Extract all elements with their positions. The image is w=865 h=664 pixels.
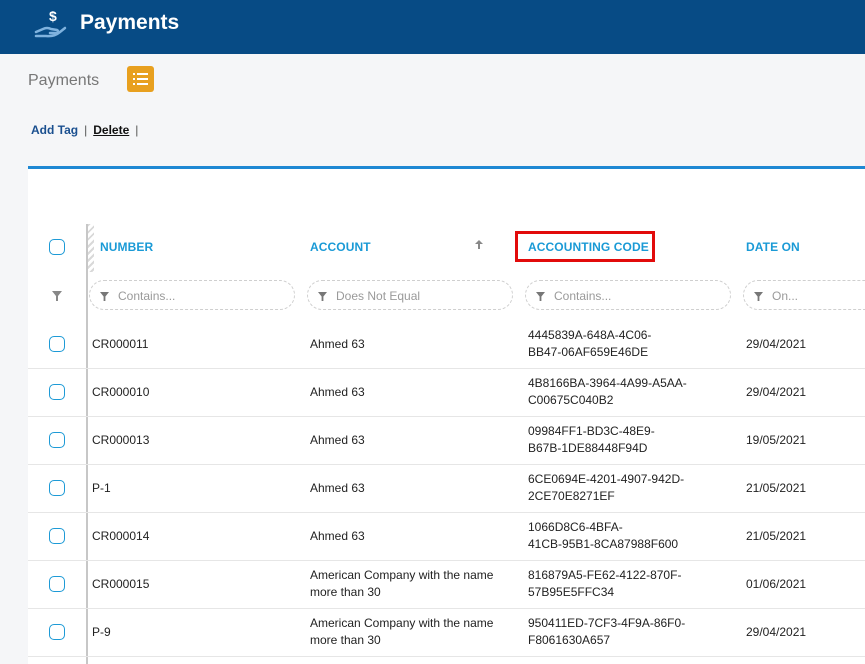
cell-date: 01/06/2021 — [746, 577, 807, 591]
action-separator: | — [135, 123, 139, 137]
cell-number: CR000014 — [92, 529, 150, 543]
cell-code-line: 41CB-95B1-8CA87988F600 — [528, 537, 679, 551]
filter-icon — [754, 292, 763, 301]
table-row[interactable]: CR000010 Ahmed 63 4B8166BA-3964-4A99-A5A… — [28, 368, 865, 417]
list-view-button[interactable] — [127, 66, 154, 92]
cell-code-line: 09984FF1-BD3C-48E9- — [528, 424, 655, 438]
highlight-box — [515, 231, 655, 262]
cell-code-line: 816879A5-FE62-4122-870F- — [528, 568, 682, 582]
cell-accounting-code: 6CE0694E-4201-4907-942D- 2CE70E8271EF — [528, 471, 684, 505]
cell-date: 21/05/2021 — [746, 481, 807, 495]
add-tag-link[interactable]: Add Tag — [31, 123, 78, 137]
cell-number: CR000010 — [92, 385, 150, 399]
cell-account-line: Ahmed 63 — [310, 433, 365, 447]
cell-accounting-code: 1066D8C6-4BFA- 41CB-95B1-8CA87988F600 — [528, 519, 678, 553]
cell-accounting-code: 4B8166BA-3964-4A99-A5AA- C00675C040B2 — [528, 375, 687, 409]
cell-account: Ahmed 63 — [310, 384, 365, 401]
filter-icon — [100, 292, 109, 301]
cell-date: 29/04/2021 — [746, 337, 807, 351]
filter-account-input[interactable]: Does Not Equal — [307, 280, 513, 310]
cell-account-line: more than 30 — [310, 585, 381, 599]
row-checkbox[interactable] — [49, 480, 65, 496]
cell-code-line: 950411ED-7CF3-4F9A-86F0- — [528, 616, 686, 630]
cell-accounting-code: 816879A5-FE62-4122-870F- 57B95E5FFC34 — [528, 567, 681, 601]
cell-accounting-code: 4445839A-648A-4C06- BB47-06AF659E46DE — [528, 327, 651, 361]
filter-icon — [318, 292, 327, 301]
cell-number: CR000015 — [92, 577, 150, 591]
cell-account-line: American Company with the name — [310, 616, 494, 630]
cell-account: Ahmed 63 — [310, 528, 365, 545]
cell-number: P-9 — [92, 625, 111, 639]
cell-date: 19/05/2021 — [746, 433, 807, 447]
row-checkbox[interactable] — [49, 576, 65, 592]
payments-grid: NUMBER ACCOUNT ACCOUNTING CODE DATE ON C… — [28, 166, 865, 664]
cell-account-line: Ahmed 63 — [310, 337, 365, 351]
cell-code-line: 57B95E5FFC34 — [528, 585, 615, 599]
resize-handle[interactable] — [88, 224, 94, 272]
cell-account: Ahmed 63 — [310, 336, 365, 353]
filter-icon[interactable] — [52, 291, 62, 301]
cell-date: 21/05/2021 — [746, 529, 807, 543]
cell-code-line: BB47-06AF659E46DE — [528, 345, 649, 359]
cell-accounting-code: 950411ED-7CF3-4F9A-86F0- F8061630A657 — [528, 615, 685, 649]
cell-code-line: F8061630A657 — [528, 633, 611, 647]
svg-text:$: $ — [49, 8, 57, 24]
row-checkbox[interactable] — [49, 624, 65, 640]
table-row[interactable]: CR000013 Ahmed 63 09984FF1-BD3C-48E9- B67… — [28, 416, 865, 465]
cell-code-line: 2CE70E8271EF — [528, 489, 615, 503]
sort-ascending-icon[interactable] — [475, 240, 483, 250]
cell-account-line: more than 30 — [310, 633, 381, 647]
filter-accounting-code-input[interactable]: Contains... — [525, 280, 731, 310]
cell-number: CR000013 — [92, 433, 150, 447]
filter-placeholder: Does Not Equal — [336, 289, 421, 303]
delete-link[interactable]: Delete — [93, 123, 129, 137]
cell-code-line: 6CE0694E-4201-4907-942D- — [528, 472, 685, 486]
cell-number: CR000011 — [92, 337, 149, 351]
table-row[interactable]: CR000015 American Company with the name m… — [28, 560, 865, 609]
cell-account-line: Ahmed 63 — [310, 481, 365, 495]
select-all-checkbox[interactable] — [49, 239, 65, 255]
cell-account: Ahmed 63 — [310, 432, 365, 449]
row-checkbox[interactable] — [49, 528, 65, 544]
filter-placeholder: Contains... — [554, 289, 612, 303]
hand-dollar-icon: $ — [34, 8, 67, 38]
cell-account: American Company with the name more than … — [310, 615, 493, 649]
row-checkbox[interactable] — [49, 336, 65, 352]
filter-number-input[interactable]: Contains... — [89, 280, 295, 310]
cell-number: P-1 — [92, 481, 111, 495]
cell-account: Ahmed 63 — [310, 480, 365, 497]
filter-placeholder: On... — [772, 289, 799, 303]
breadcrumb-title: Payments — [28, 72, 100, 89]
filter-date-input[interactable]: On... — [743, 280, 865, 310]
filter-icon — [536, 292, 545, 301]
app-header: $ Payments — [0, 0, 865, 54]
cell-account: American Company with the name more than … — [310, 567, 493, 601]
table-row[interactable]: P-9 American Company with the name more t… — [28, 608, 865, 657]
cell-code-line: 4445839A-648A-4C06- — [528, 328, 652, 342]
action-bar: Add Tag | Delete | — [31, 123, 144, 137]
cell-code-line: B67B-1DE88448F94D — [528, 441, 648, 455]
table-row[interactable]: CR000011 Ahmed 63 4445839A-648A-4C06- BB4… — [28, 320, 865, 369]
row-checkbox[interactable] — [49, 384, 65, 400]
cell-code-line: C00675C040B2 — [528, 393, 614, 407]
cell-accounting-code: 09984FF1-BD3C-48E9- B67B-1DE88448F94D — [528, 423, 655, 457]
cell-code-line: 1066D8C6-4BFA- — [528, 520, 623, 534]
cell-account-line: American Company with the name — [310, 568, 494, 582]
cell-account-line: Ahmed 63 — [310, 385, 365, 399]
column-header-account[interactable]: ACCOUNT — [310, 240, 371, 254]
action-separator: | — [84, 123, 88, 137]
row-checkbox[interactable] — [49, 432, 65, 448]
page-header-title: Payments — [80, 11, 180, 34]
table-row[interactable]: P-1 Ahmed 63 6CE0694E-4201-4907-942D- 2CE… — [28, 464, 865, 513]
filter-placeholder: Contains... — [118, 289, 176, 303]
table-row[interactable]: CR000014 Ahmed 63 1066D8C6-4BFA- 41CB-95B… — [28, 512, 865, 561]
column-header-number[interactable]: NUMBER — [100, 240, 153, 254]
column-header-date-on[interactable]: DATE ON — [746, 240, 800, 254]
cell-date: 29/04/2021 — [746, 625, 807, 639]
cell-code-line: 4B8166BA-3964-4A99-A5AA- — [528, 376, 687, 390]
cell-date: 29/04/2021 — [746, 385, 807, 399]
cell-account-line: Ahmed 63 — [310, 529, 365, 543]
list-icon — [133, 73, 148, 85]
